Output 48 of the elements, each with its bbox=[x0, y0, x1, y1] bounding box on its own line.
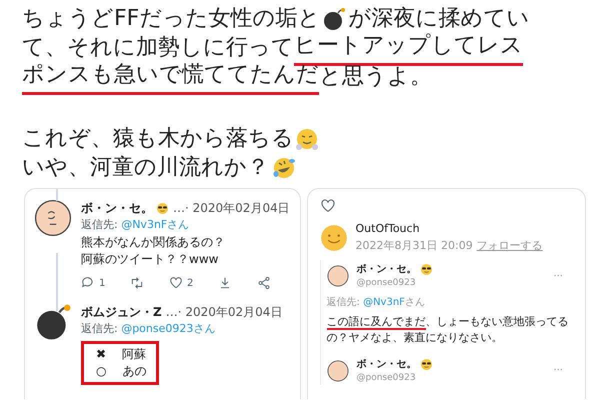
reply-icon bbox=[81, 276, 95, 290]
follow-link[interactable]: フォローする bbox=[476, 238, 543, 254]
post-text: 熊本がなんか関係あるの？ bbox=[81, 234, 226, 250]
reply-to-line: 返信先: @Nv3nFさん bbox=[326, 296, 426, 310]
more-menu[interactable]: ··· bbox=[553, 363, 563, 378]
underlined-text: ポンスも急いで慌ててたんだ bbox=[22, 58, 319, 95]
option-label: あの bbox=[122, 363, 146, 380]
reply-to-line: 返信先: @ponse0923さん bbox=[81, 320, 216, 336]
author-name: OutOfTouch bbox=[356, 221, 421, 237]
timestamp: 2022年8月31日 20:09 bbox=[356, 238, 473, 254]
sunglasses-face-icon bbox=[420, 358, 432, 370]
option-mark: ✖ bbox=[96, 346, 106, 363]
truncation-ellipsis: … bbox=[173, 200, 185, 217]
like-icon bbox=[169, 276, 183, 290]
user-name: ボ・ン・セ。 bbox=[356, 263, 416, 277]
bomb-icon bbox=[322, 6, 346, 30]
user-handle: @ponse0923 bbox=[356, 372, 417, 384]
sunglasses-face-icon bbox=[156, 202, 169, 214]
cartoon-avatar bbox=[326, 265, 348, 288]
option-mark: ○ bbox=[96, 363, 106, 380]
user-name: ボ・ン・セ。 bbox=[81, 200, 153, 217]
bomb-avatar bbox=[34, 302, 72, 340]
like-icon bbox=[320, 198, 336, 214]
action-count: 1 bbox=[99, 276, 106, 290]
smiley-avatar bbox=[320, 224, 348, 252]
action-count: 2 bbox=[187, 276, 194, 290]
sunglasses-face-icon bbox=[420, 263, 432, 276]
more-menu[interactable]: ··· bbox=[553, 268, 563, 284]
steaming-face-icon bbox=[295, 126, 319, 150]
user-name: ボムジュン・Z bbox=[81, 304, 162, 320]
post-date: · 2020年02月04日 bbox=[178, 304, 282, 320]
laughing-face-icon bbox=[272, 156, 296, 180]
underlined-text: ヒートアップしてレス bbox=[294, 29, 523, 66]
cartoon-avatar bbox=[326, 360, 348, 382]
tweet-text: これぞ、猿も木から落ちる bbox=[22, 125, 294, 153]
tweet-text: いや、河童の川流れか？ bbox=[22, 154, 269, 182]
post-date: · 2020年02月04日 bbox=[185, 200, 290, 217]
post-text: 阿蘇のツイート？？www bbox=[81, 250, 220, 268]
cartoon-avatar bbox=[34, 199, 72, 237]
tweet-text: と思うよ。 bbox=[319, 63, 432, 91]
truncation-ellipsis: … bbox=[166, 304, 178, 320]
reply-to-line: 返信先: @Nv3nFさん bbox=[81, 217, 190, 233]
user-name: ボ・ン・セ。 bbox=[356, 358, 416, 372]
retweet-icon bbox=[130, 276, 144, 290]
user-handle: @ponse0923 bbox=[356, 277, 417, 290]
post-text: この語に及んでまだ、しょーもない意地張ってるの？ヤメなよ、素直になりなさい。 bbox=[326, 314, 570, 346]
option-label: 阿蘇 bbox=[122, 346, 146, 363]
share-icon bbox=[257, 276, 271, 290]
